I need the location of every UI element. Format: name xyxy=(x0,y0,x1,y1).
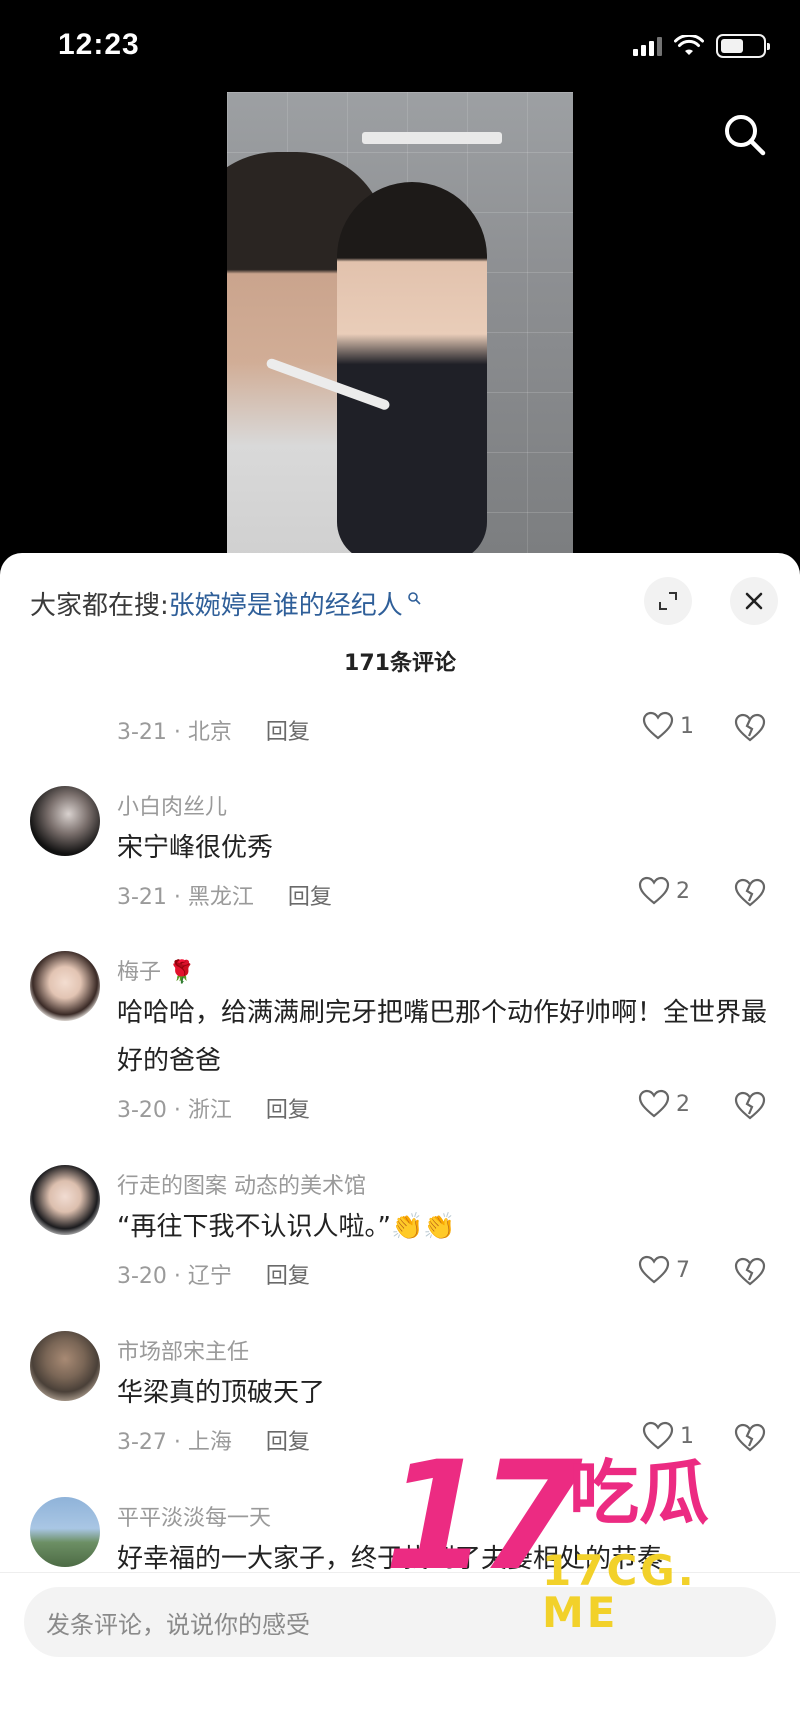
dislike-icon[interactable] xyxy=(734,878,766,908)
signal-icon xyxy=(633,36,662,56)
status-time: 12:23 xyxy=(58,28,140,61)
avatar[interactable] xyxy=(30,786,100,856)
status-bar: 12:23 xyxy=(0,0,800,92)
dislike-icon[interactable] xyxy=(734,1091,766,1121)
trending-search[interactable]: 大家都在搜: 张婉婷是谁的经纪人 xyxy=(30,581,421,625)
comment-username[interactable]: 梅子 🌹 xyxy=(117,954,195,986)
rose-badge: 🌹 xyxy=(168,960,196,985)
comment-date: 3-21 · 黑龙江 xyxy=(117,885,254,910)
like-count: 2 xyxy=(676,1091,690,1117)
reply-button[interactable]: 回复 xyxy=(266,1092,310,1124)
close-button[interactable] xyxy=(730,577,778,625)
reply-button[interactable]: 回复 xyxy=(266,714,310,746)
comment-username[interactable]: 市场部宋主任 xyxy=(117,1334,249,1366)
comment-meta: 3-20 · 辽宁 回复 xyxy=(117,1258,310,1290)
comment-input-bar: 发条评论，说说你的感受 xyxy=(0,1572,800,1731)
heart-icon xyxy=(642,1421,674,1450)
video-player[interactable] xyxy=(0,92,800,554)
comment-date: 3-20 · 浙江 xyxy=(117,1098,232,1123)
dislike-icon[interactable] xyxy=(734,713,766,743)
heart-icon xyxy=(642,711,674,740)
video-frame[interactable] xyxy=(227,92,573,554)
like-button[interactable]: 2 xyxy=(638,1089,690,1119)
comment-count: 171条评论 xyxy=(344,651,456,676)
close-icon xyxy=(745,592,763,610)
reply-button[interactable]: 回复 xyxy=(266,1424,310,1456)
comment-meta: 3-27 · 上海 回复 xyxy=(117,1424,310,1456)
comment-text: “再往下我不认识人啦。”👏👏 xyxy=(117,1212,456,1242)
like-button[interactable]: 2 xyxy=(638,876,690,906)
avatar[interactable] xyxy=(30,951,100,1021)
comment-meta: 3-21 · 北京 回复 xyxy=(117,714,310,746)
battery-icon xyxy=(716,34,770,58)
like-count: 1 xyxy=(680,1423,694,1449)
avatar[interactable] xyxy=(30,1497,100,1567)
trending-link[interactable]: 张婉婷是谁的经纪人 xyxy=(169,585,403,622)
trending-prefix: 大家都在搜: xyxy=(30,590,169,621)
heart-icon xyxy=(638,1255,670,1284)
avatar[interactable] xyxy=(30,1331,100,1401)
search-icon[interactable] xyxy=(720,110,768,158)
like-button[interactable]: 7 xyxy=(638,1255,690,1285)
comment-date: 3-21 · 北京 xyxy=(117,720,232,745)
like-count: 7 xyxy=(676,1257,690,1283)
comment-date: 3-27 · 上海 xyxy=(117,1430,232,1455)
status-icons xyxy=(633,34,770,58)
dislike-icon[interactable] xyxy=(734,1423,766,1453)
reply-button[interactable]: 回复 xyxy=(266,1258,310,1290)
comment-input[interactable]: 发条评论，说说你的感受 xyxy=(24,1587,776,1657)
heart-icon xyxy=(638,876,670,905)
comment-username[interactable]: 行走的图案 动态的美术馆 xyxy=(117,1168,366,1200)
comment-date: 3-20 · 辽宁 xyxy=(117,1264,232,1289)
like-button[interactable]: 1 xyxy=(642,1421,694,1451)
comment-text: 宋宁峰很优秀 xyxy=(117,833,274,863)
comment-meta: 3-20 · 浙江 回复 xyxy=(117,1092,310,1124)
comment-sheet: 大家都在搜: 张婉婷是谁的经纪人 171条评论 3-21 · 北京 回复 1 小… xyxy=(0,553,800,1731)
wifi-icon xyxy=(674,35,704,55)
dislike-icon[interactable] xyxy=(734,1257,766,1287)
comment-meta: 3-21 · 黑龙江 回复 xyxy=(117,879,332,911)
expand-button[interactable] xyxy=(644,577,692,625)
comment-text: 华梁真的顶破天了 xyxy=(117,1378,326,1408)
expand-icon xyxy=(659,592,677,610)
like-count: 2 xyxy=(676,878,690,904)
comment-text: 哈哈哈，给满满刷完牙把嘴巴那个动作好帅啊！全世界最好的爸爸 xyxy=(117,998,768,1076)
comment-username[interactable]: 平平淡淡每一天 xyxy=(117,1500,271,1532)
reply-button[interactable]: 回复 xyxy=(288,879,332,911)
heart-icon xyxy=(638,1089,670,1118)
avatar[interactable] xyxy=(30,1165,100,1235)
like-count: 1 xyxy=(680,713,694,739)
like-button[interactable]: 1 xyxy=(642,711,694,741)
magnifier-icon xyxy=(407,592,421,605)
comment-username[interactable]: 小白肉丝儿 xyxy=(117,789,227,821)
